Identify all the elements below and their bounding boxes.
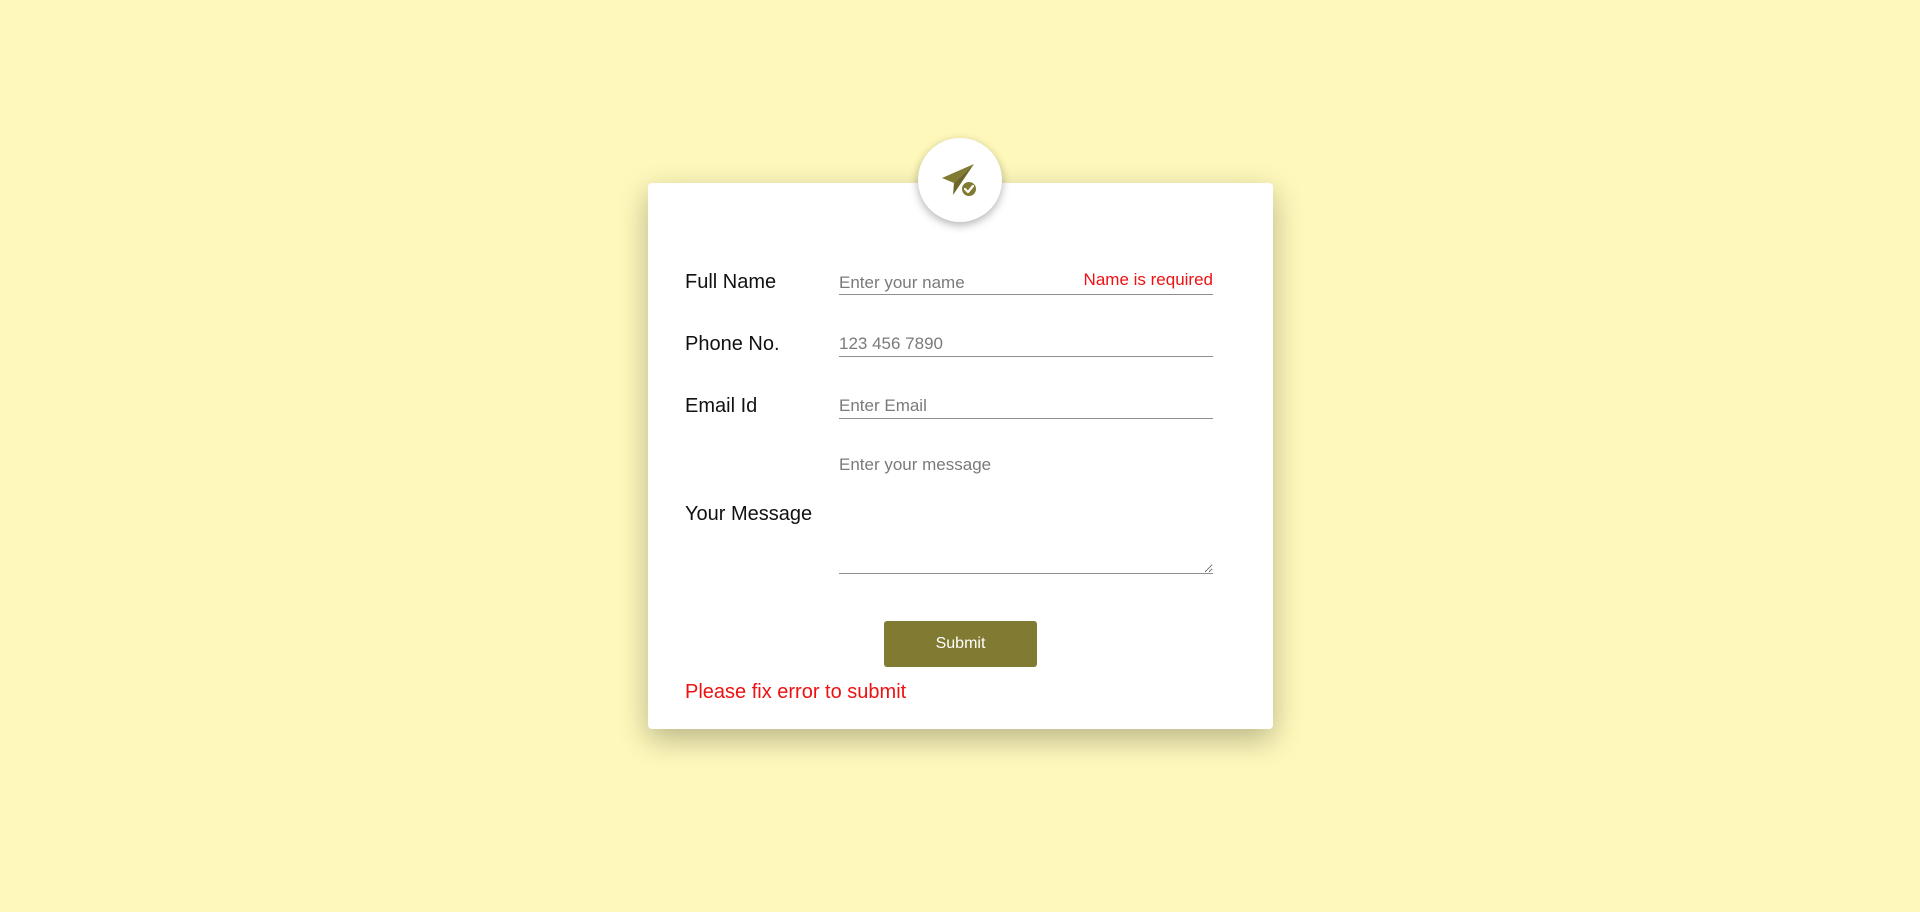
- form-error-text: Please fix error to submit: [685, 681, 907, 703]
- name-error-text: Name is required: [1083, 270, 1213, 289]
- message-textarea[interactable]: [839, 452, 1213, 574]
- phone-label: Phone No.: [685, 333, 780, 355]
- phone-input[interactable]: [839, 332, 1213, 357]
- email-label: Email Id: [685, 395, 758, 417]
- email-input[interactable]: [839, 394, 1213, 419]
- message-label: Your Message: [685, 503, 813, 525]
- form-badge: [918, 138, 1002, 222]
- full-name-label: Full Name: [685, 271, 777, 293]
- submit-button[interactable]: Submit: [884, 621, 1037, 667]
- paper-plane-check-icon: [940, 160, 980, 200]
- contact-form-card: Full Name Name is required Phone No. Ema…: [648, 183, 1273, 729]
